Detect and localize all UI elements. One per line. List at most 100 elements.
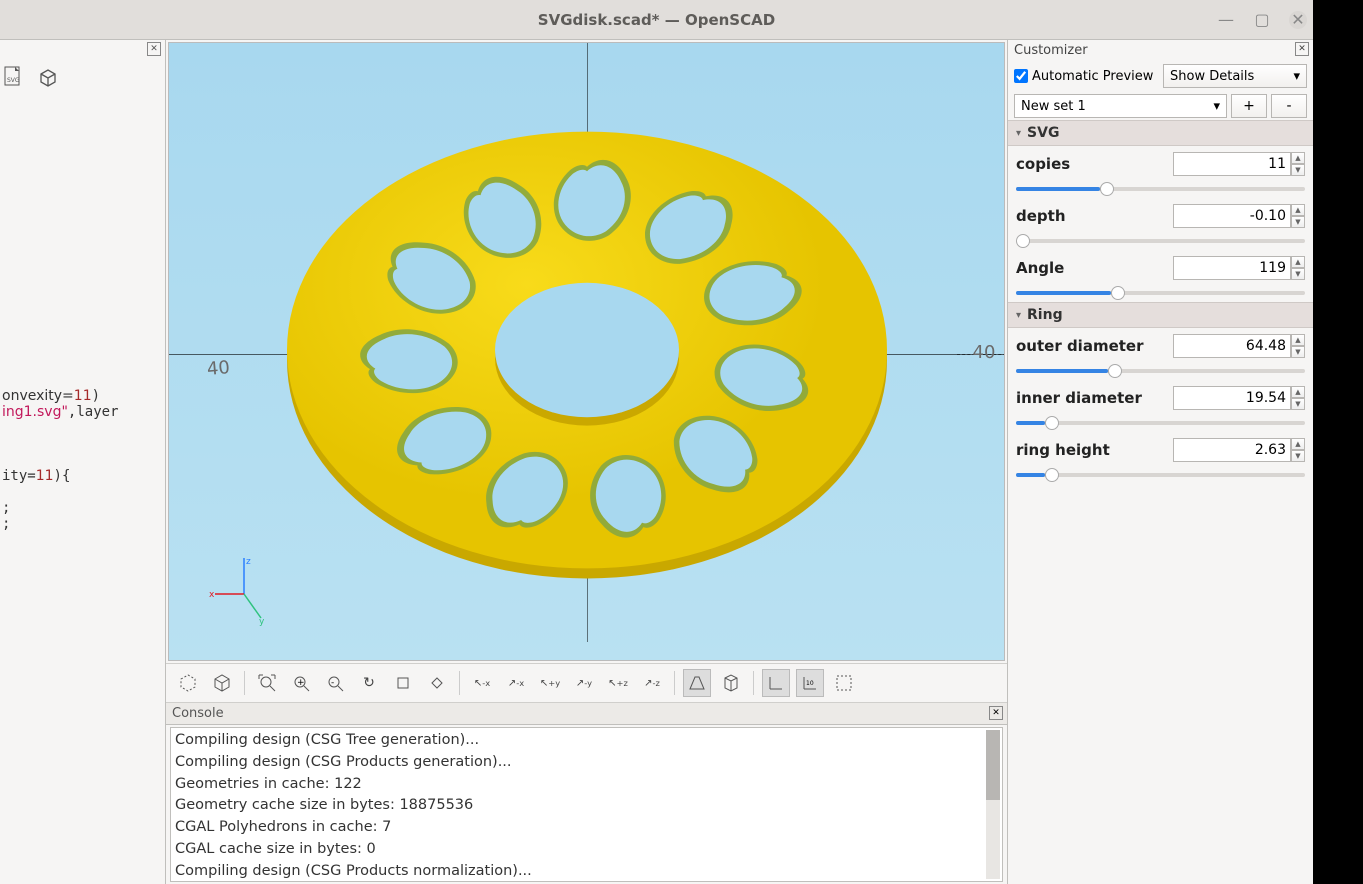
spinner-up[interactable]: ▲ (1291, 152, 1305, 164)
inner-diameter-input[interactable] (1173, 386, 1291, 410)
outer-diameter-input[interactable] (1173, 334, 1291, 358)
axis-neg-z-button[interactable]: ↖+z (604, 669, 632, 697)
console-line: Compiling design (CSG Tree generation)..… (175, 730, 998, 752)
svg-text:z: z (246, 557, 251, 567)
customizer-pane: Customizer ✕ Automatic Preview Show Deta… (1007, 40, 1313, 884)
zoom-all-button[interactable] (253, 669, 281, 697)
minimize-button[interactable]: — (1217, 11, 1235, 29)
perspective-button[interactable] (683, 669, 711, 697)
view-right-button[interactable] (389, 669, 417, 697)
zoom-in-button[interactable]: + (287, 669, 315, 697)
axis-neg-x-button[interactable]: ↖-x (468, 669, 496, 697)
console-close-icon[interactable]: ✕ (989, 706, 1003, 720)
console-line: Compiling design (CSG Products normaliza… (175, 861, 998, 883)
chevron-down-icon: ▾ (1213, 99, 1220, 114)
reset-view-button[interactable]: ↻ (355, 669, 383, 697)
spinner-up[interactable]: ▲ (1291, 204, 1305, 216)
axis-tick-neg: 40 (206, 357, 231, 380)
outer-diameter-slider[interactable] (1016, 364, 1305, 378)
chevron-down-icon: ▾ (1293, 69, 1300, 84)
depth-input[interactable] (1173, 204, 1291, 228)
console-line: CGAL Polyhedrons in cache: 7 (175, 817, 998, 839)
editor-pane: ✕ SVG onvexity=11) ing1.svg",layer ity=1… (0, 40, 166, 884)
show-scale-button[interactable]: 10 (796, 669, 824, 697)
console-scrollbar[interactable] (986, 730, 1000, 879)
console-line: CGAL cache size in bytes: 0 (175, 839, 998, 861)
show-details-select[interactable]: Show Details▾ (1163, 64, 1307, 88)
param-angle: Angle ▲▼ (1008, 250, 1313, 302)
svg-icon[interactable]: SVG (2, 64, 26, 92)
customizer-title: Customizer (1014, 43, 1088, 58)
spinner-down[interactable]: ▼ (1291, 216, 1305, 228)
console-title: Console (172, 706, 224, 721)
copies-slider[interactable] (1016, 182, 1305, 196)
render-button[interactable] (208, 669, 236, 697)
spinner-up[interactable]: ▲ (1291, 256, 1305, 268)
preset-select[interactable]: New set 1▾ (1014, 94, 1227, 118)
axis-neg-y-button[interactable]: ↖+y (536, 669, 564, 697)
cube-icon[interactable] (36, 64, 60, 92)
preset-add-button[interactable]: + (1231, 94, 1267, 118)
group-svg-header[interactable]: ▾SVG (1008, 120, 1313, 146)
maximize-button[interactable]: ▢ (1253, 11, 1271, 29)
svg-text:x: x (209, 590, 215, 600)
param-label: copies (1016, 155, 1070, 173)
console-line: Compiling design (CSG Products generatio… (175, 752, 998, 774)
param-outer-diameter: outer diameter ▲▼ (1008, 328, 1313, 380)
window-title: SVGdisk.scad* — OpenSCAD (538, 11, 775, 29)
copies-input[interactable] (1173, 152, 1291, 176)
ring-height-input[interactable] (1173, 438, 1291, 462)
spinner-down[interactable]: ▼ (1291, 164, 1305, 176)
show-axes-button[interactable] (762, 669, 790, 697)
spinner-down[interactable]: ▼ (1291, 268, 1305, 280)
spinner-up[interactable]: ▲ (1291, 334, 1305, 346)
spinner-down[interactable]: ▼ (1291, 346, 1305, 358)
console-output[interactable]: Compiling design (CSG Tree generation)..… (170, 727, 1003, 882)
preset-remove-button[interactable]: - (1271, 94, 1307, 118)
view-top-button[interactable] (423, 669, 451, 697)
angle-input[interactable] (1173, 256, 1291, 280)
param-label: Angle (1016, 259, 1064, 277)
orthographic-button[interactable] (717, 669, 745, 697)
spinner-up[interactable]: ▲ (1291, 386, 1305, 398)
axis-pos-z-button[interactable]: ↗-z (638, 669, 666, 697)
triangle-down-icon: ▾ (1016, 310, 1021, 321)
axis-pos-x-button[interactable]: ↗-x (502, 669, 530, 697)
console-line: Geometry cache size in bytes: 18875536 (175, 795, 998, 817)
axes-gizmo: x z y (209, 556, 279, 630)
param-label: ring height (1016, 441, 1110, 459)
preview-button[interactable] (174, 669, 202, 697)
zoom-out-button[interactable]: - (321, 669, 349, 697)
spinner-down[interactable]: ▼ (1291, 450, 1305, 462)
param-inner-diameter: inner diameter ▲▼ (1008, 380, 1313, 432)
param-label: depth (1016, 207, 1066, 225)
console-pane: Console ✕ Compiling design (CSG Tree gen… (166, 703, 1007, 884)
customizer-close-icon[interactable]: ✕ (1295, 42, 1309, 56)
titlebar[interactable]: SVGdisk.scad* — OpenSCAD — ▢ ✕ (0, 0, 1313, 40)
rendered-model (267, 80, 907, 624)
show-edges-button[interactable] (830, 669, 858, 697)
ring-height-slider[interactable] (1016, 468, 1305, 482)
param-depth: depth ▲▼ (1008, 198, 1313, 250)
svg-text:-: - (331, 678, 334, 688)
spinner-up[interactable]: ▲ (1291, 438, 1305, 450)
editor-close-icon[interactable]: ✕ (147, 42, 161, 56)
auto-preview-label: Automatic Preview (1032, 69, 1153, 84)
depth-slider[interactable] (1016, 234, 1305, 248)
triangle-down-icon: ▾ (1016, 128, 1021, 139)
code-editor[interactable]: onvexity=11) ing1.svg",layer ity=11){ ; … (0, 386, 165, 534)
auto-preview-checkbox[interactable] (1014, 69, 1028, 83)
inner-diameter-slider[interactable] (1016, 416, 1305, 430)
svg-text:y: y (259, 617, 265, 626)
3d-viewport[interactable]: 40 40 (168, 42, 1005, 661)
console-line: Geometries in cache: 122 (175, 774, 998, 796)
svg-text:SVG: SVG (7, 77, 20, 84)
param-label: inner diameter (1016, 389, 1142, 407)
axis-pos-y-button[interactable]: ↗-y (570, 669, 598, 697)
param-ring-height: ring height ▲▼ (1008, 432, 1313, 484)
spinner-down[interactable]: ▼ (1291, 398, 1305, 410)
close-button[interactable]: ✕ (1289, 11, 1307, 29)
group-ring-header[interactable]: ▾Ring (1008, 302, 1313, 328)
viewport-toolbar: + - ↻ ↖-x ↗-x ↖+y ↗-y ↖+z ↗-z 10 (166, 663, 1007, 703)
angle-slider[interactable] (1016, 286, 1305, 300)
